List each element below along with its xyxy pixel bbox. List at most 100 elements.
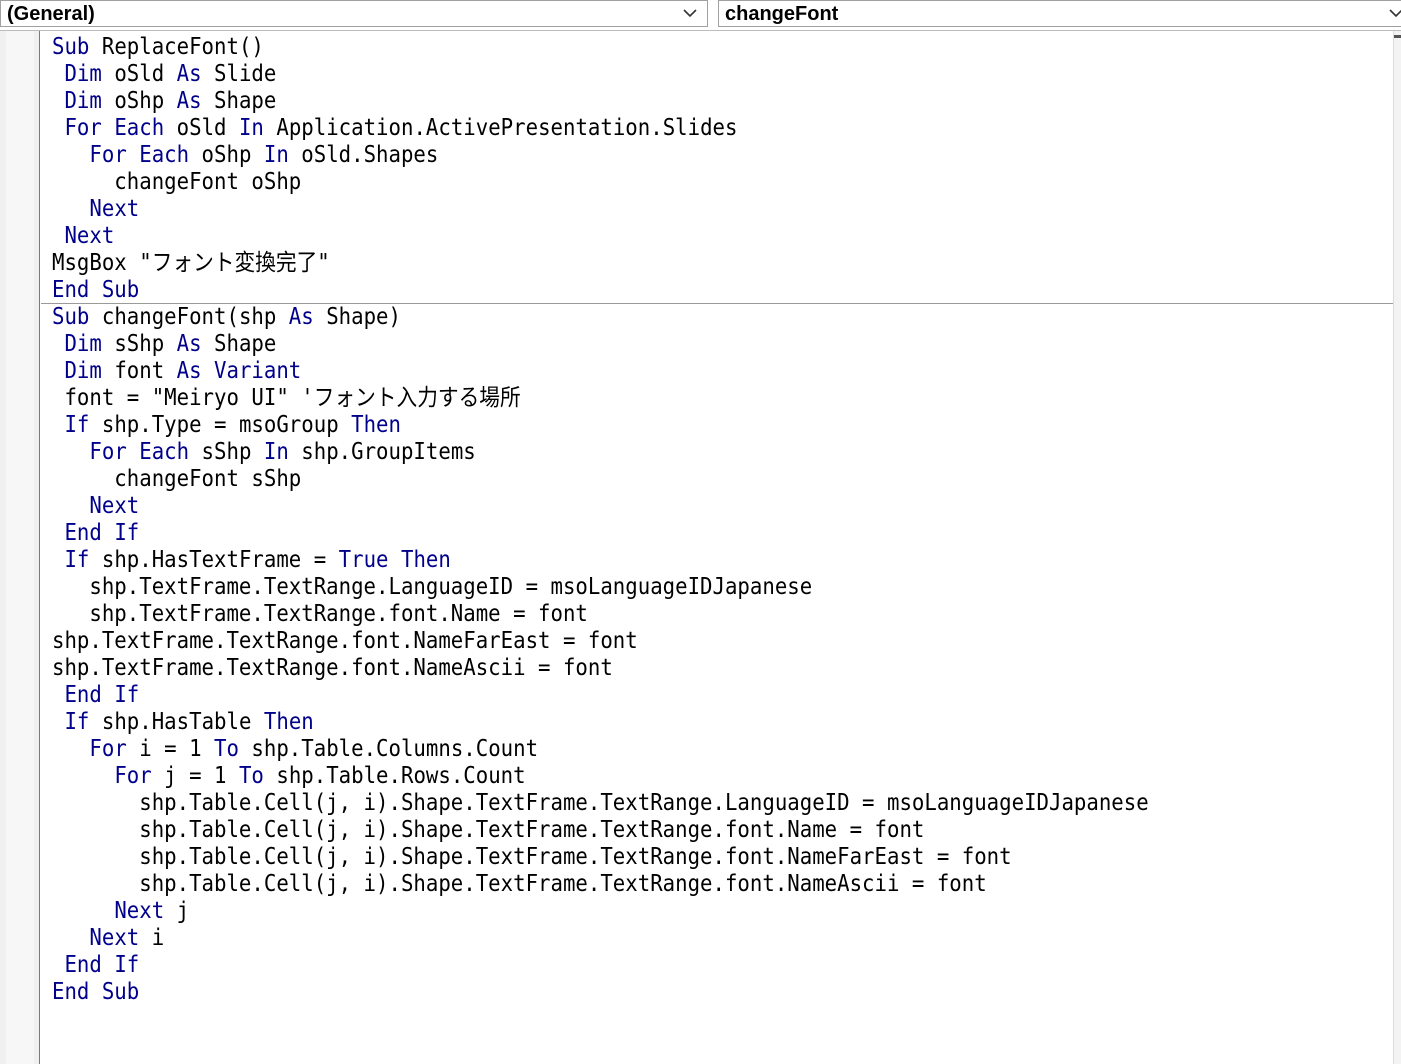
code-token: shp.Table.Cell(j, i).Shape.TextFrame.Tex…	[52, 817, 925, 843]
split-bar-handle[interactable]	[1394, 35, 1401, 38]
code-line[interactable]: End If	[52, 520, 1149, 547]
chevron-down-icon[interactable]	[1387, 3, 1401, 23]
procedure-dropdown[interactable]: changeFont	[718, 0, 1401, 27]
code-token: i	[139, 925, 165, 951]
code-line[interactable]: changeFont sShp	[52, 466, 1149, 493]
code-token: Shape	[201, 88, 277, 114]
code-line[interactable]: If shp.HasTable Then	[52, 709, 1149, 736]
procedure-separator	[41, 303, 1393, 304]
keyword-token: Sub	[52, 34, 90, 60]
keyword-token: To	[214, 736, 239, 762]
code-line[interactable]: font = "Meiryo UI" 'フォント入力する場所	[52, 385, 1149, 412]
code-token: j	[164, 898, 190, 924]
keyword-token: Sub	[52, 304, 90, 330]
code-editor[interactable]: Sub ReplaceFont() Dim oSld As Slide Dim …	[41, 31, 1393, 1064]
procedure-dropdown-value: changeFont	[725, 3, 839, 25]
keyword-token: As	[176, 331, 202, 357]
code-token: font = "Meiryo UI" 'フォント入力する場所	[52, 385, 521, 411]
keyword-token: As	[176, 61, 202, 87]
code-line[interactable]: shp.Table.Cell(j, i).Shape.TextFrame.Tex…	[52, 817, 1149, 844]
keyword-token: Next	[89, 196, 140, 222]
code-line[interactable]: Dim sShp As Shape	[52, 331, 1149, 358]
code-line[interactable]: shp.TextFrame.TextRange.LanguageID = mso…	[52, 574, 1149, 601]
margin-indicator-bar[interactable]	[0, 31, 40, 1064]
code-line[interactable]: Sub changeFont(shp As Shape)	[52, 304, 1149, 331]
keyword-token: End If	[64, 952, 140, 978]
code-line[interactable]: Sub ReplaceFont()	[52, 34, 1149, 61]
code-line[interactable]: shp.TextFrame.TextRange.font.Name = font	[52, 601, 1149, 628]
keyword-token: Next	[89, 925, 140, 951]
code-line[interactable]: For Each sShp In shp.GroupItems	[52, 439, 1149, 466]
chevron-down-icon[interactable]	[681, 3, 699, 23]
keyword-token: If	[64, 709, 90, 735]
keyword-token: Next	[114, 898, 165, 924]
code-token: MsgBox "フォント変換完了"	[52, 250, 330, 276]
code-token: Application.ActivePresentation.Slides	[263, 115, 738, 141]
code-line[interactable]: shp.TextFrame.TextRange.font.NameAscii =…	[52, 655, 1149, 682]
code-line[interactable]: Next	[52, 196, 1149, 223]
code-token: shp.GroupItems	[288, 439, 476, 465]
vertical-scrollbar[interactable]	[1393, 31, 1401, 1064]
code-line[interactable]: shp.Table.Cell(j, i).Shape.TextFrame.Tex…	[52, 790, 1148, 817]
code-line[interactable]: Next	[52, 223, 1149, 250]
code-line[interactable]: shp.Table.Cell(j, i).Shape.TextFrame.Tex…	[52, 871, 1149, 898]
keyword-token: If	[64, 547, 90, 573]
code-line[interactable]: Dim oShp As Shape	[52, 88, 1149, 115]
code-line[interactable]: End Sub	[52, 979, 1149, 1006]
code-line[interactable]: Dim font As Variant	[52, 358, 1149, 385]
code-line[interactable]: End If	[52, 682, 1149, 709]
code-token: oSld	[164, 115, 239, 141]
code-line[interactable]: For i = 1 To shp.Table.Columns.Count	[52, 736, 1149, 763]
margin-indicator-track	[6, 31, 34, 1064]
code-token: shp.Table.Cell(j, i).Shape.TextFrame.Tex…	[52, 871, 987, 897]
keyword-token: Dim	[64, 358, 102, 384]
keyword-token: True Then	[338, 547, 451, 573]
code-line[interactable]: Next i	[52, 925, 1149, 952]
code-line[interactable]: For j = 1 To shp.Table.Rows.Count	[52, 763, 1149, 790]
code-token: Slide	[201, 61, 277, 87]
code-line[interactable]: shp.TextFrame.TextRange.font.NameFarEast…	[52, 628, 1149, 655]
keyword-token: If	[64, 412, 90, 438]
code-line[interactable]: changeFont oShp	[52, 169, 1149, 196]
code-token: shp.HasTextFrame =	[89, 547, 339, 573]
code-line[interactable]: Next	[52, 493, 1149, 520]
keyword-token: For	[114, 763, 152, 789]
code-line[interactable]: Dim oSld As Slide	[52, 61, 1149, 88]
code-line[interactable]: If shp.HasTextFrame = True Then	[52, 547, 1149, 574]
keyword-token: End Sub	[52, 277, 140, 303]
keyword-token: Next	[64, 223, 115, 249]
code-token: sShp	[101, 331, 177, 357]
code-token: oSld	[101, 61, 177, 87]
code-line[interactable]: MsgBox "フォント変換完了"	[52, 250, 1149, 277]
keyword-token: Dim	[64, 61, 102, 87]
code-lines: Sub ReplaceFont() Dim oSld As Slide Dim …	[52, 34, 1271, 1006]
code-token: ReplaceFont()	[89, 34, 264, 60]
code-line[interactable]: If shp.Type = msoGroup Then	[52, 412, 1149, 439]
code-token: oSld.Shapes	[288, 142, 439, 168]
code-line[interactable]: End If	[52, 952, 1149, 979]
object-dropdown[interactable]: (General)	[0, 0, 708, 27]
code-window-toolbar: (General) changeFont	[0, 0, 1401, 31]
code-line[interactable]: Next j	[52, 898, 1149, 925]
code-line[interactable]: For Each oSld In Application.ActivePrese…	[52, 115, 1149, 142]
keyword-token: In	[263, 142, 289, 168]
code-line[interactable]: End Sub	[52, 277, 1149, 304]
code-line[interactable]: For Each oShp In oSld.Shapes	[52, 142, 1149, 169]
code-token: font	[101, 358, 177, 384]
code-token: Shape	[201, 331, 277, 357]
code-line[interactable]: shp.Table.Cell(j, i).Shape.TextFrame.Tex…	[52, 844, 1149, 871]
code-token: oShp	[101, 88, 177, 114]
keyword-token: Then	[263, 709, 314, 735]
code-token: oShp	[189, 142, 264, 168]
